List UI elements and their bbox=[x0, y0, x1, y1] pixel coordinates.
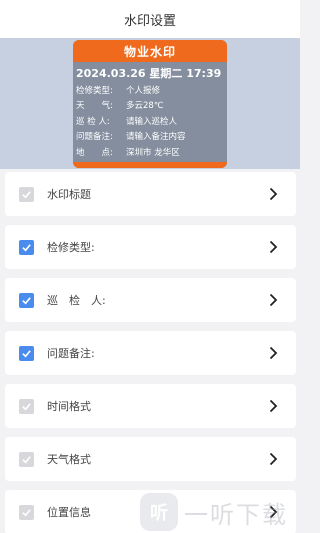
chevron-right-icon[interactable] bbox=[269, 346, 278, 360]
checkmark-icon bbox=[22, 190, 31, 198]
checkbox[interactable] bbox=[19, 398, 34, 414]
field-value: 多云28℃ bbox=[126, 101, 164, 112]
top-bar: 水印设置 bbox=[0, 0, 300, 38]
checkmark-icon bbox=[22, 243, 31, 251]
checkmark-icon bbox=[22, 349, 31, 357]
checkmark-icon bbox=[22, 296, 31, 304]
logo-mark-icon: 听 bbox=[140, 493, 178, 531]
setting-row-watermark-title[interactable]: 水印标题 bbox=[5, 172, 296, 216]
watermark-field-location: 地 点: 深圳市 龙华区 bbox=[73, 144, 227, 160]
watermark-footer-bar bbox=[73, 162, 227, 168]
watermark-field-inspector: 巡 检 人: 请输入巡检人 bbox=[73, 113, 227, 129]
field-value: 请输入巡检人 bbox=[126, 116, 178, 127]
checkbox[interactable] bbox=[19, 345, 34, 361]
field-key: 检修类型: bbox=[76, 85, 113, 96]
checkbox[interactable] bbox=[19, 292, 34, 308]
checkbox[interactable] bbox=[19, 451, 34, 467]
setting-row-time-format[interactable]: 时间格式 bbox=[5, 384, 296, 428]
watermark-preview-area: 物业水印 2024.03.26 星期二 17:39 检修类型: 个人报修 天 气… bbox=[0, 38, 300, 169]
field-key: 问题备注: bbox=[76, 132, 113, 143]
watermark-field-weather: 天 气: 多云28℃ bbox=[73, 98, 227, 114]
checkmark-icon bbox=[22, 402, 31, 410]
setting-row-inspector[interactable]: 巡 检 人: bbox=[5, 278, 296, 322]
field-value: 个人报修 bbox=[126, 85, 161, 96]
field-value: 深圳市 龙华区 bbox=[126, 147, 180, 158]
setting-label: 天气格式 bbox=[47, 453, 91, 466]
chevron-right-icon[interactable] bbox=[269, 187, 278, 201]
watermark-field-type: 检修类型: 个人报修 bbox=[73, 82, 227, 98]
checkmark-icon bbox=[22, 508, 31, 516]
field-key: 巡 检 人: bbox=[76, 116, 110, 127]
download-site-watermark-logo: 听 一听下载 bbox=[140, 491, 300, 533]
chevron-right-icon[interactable] bbox=[269, 399, 278, 413]
watermark-datetime: 2024.03.26 星期二 17:39 bbox=[76, 67, 222, 80]
chevron-right-icon[interactable] bbox=[269, 240, 278, 254]
page-title: 水印设置 bbox=[123, 13, 176, 29]
watermark-field-note: 问题备注: 请输入备注内容 bbox=[73, 129, 227, 145]
chevron-right-icon[interactable] bbox=[269, 293, 278, 307]
watermark-title: 物业水印 bbox=[73, 40, 227, 62]
checkbox[interactable] bbox=[19, 239, 34, 255]
setting-label: 位置信息 bbox=[47, 506, 91, 519]
setting-row-weather-format[interactable]: 天气格式 bbox=[5, 437, 296, 481]
field-value: 请输入备注内容 bbox=[126, 132, 186, 143]
setting-label: 问题备注: bbox=[47, 347, 95, 360]
logo-text: 一听下载 bbox=[184, 500, 288, 529]
checkbox[interactable] bbox=[19, 504, 34, 520]
setting-label: 检修类型: bbox=[47, 241, 95, 254]
setting-row-problem-note[interactable]: 问题备注: bbox=[5, 331, 296, 375]
watermark-card: 物业水印 2024.03.26 星期二 17:39 检修类型: 个人报修 天 气… bbox=[73, 40, 227, 168]
setting-label: 时间格式 bbox=[47, 400, 91, 413]
checkmark-icon bbox=[22, 455, 31, 463]
setting-label: 巡 检 人: bbox=[47, 294, 106, 307]
field-key: 地 点: bbox=[76, 147, 113, 158]
setting-label: 水印标题 bbox=[47, 188, 91, 201]
chevron-right-icon[interactable] bbox=[269, 452, 278, 466]
field-key: 天 气: bbox=[76, 101, 113, 112]
checkbox[interactable] bbox=[19, 186, 34, 202]
setting-row-repair-type[interactable]: 检修类型: bbox=[5, 225, 296, 269]
